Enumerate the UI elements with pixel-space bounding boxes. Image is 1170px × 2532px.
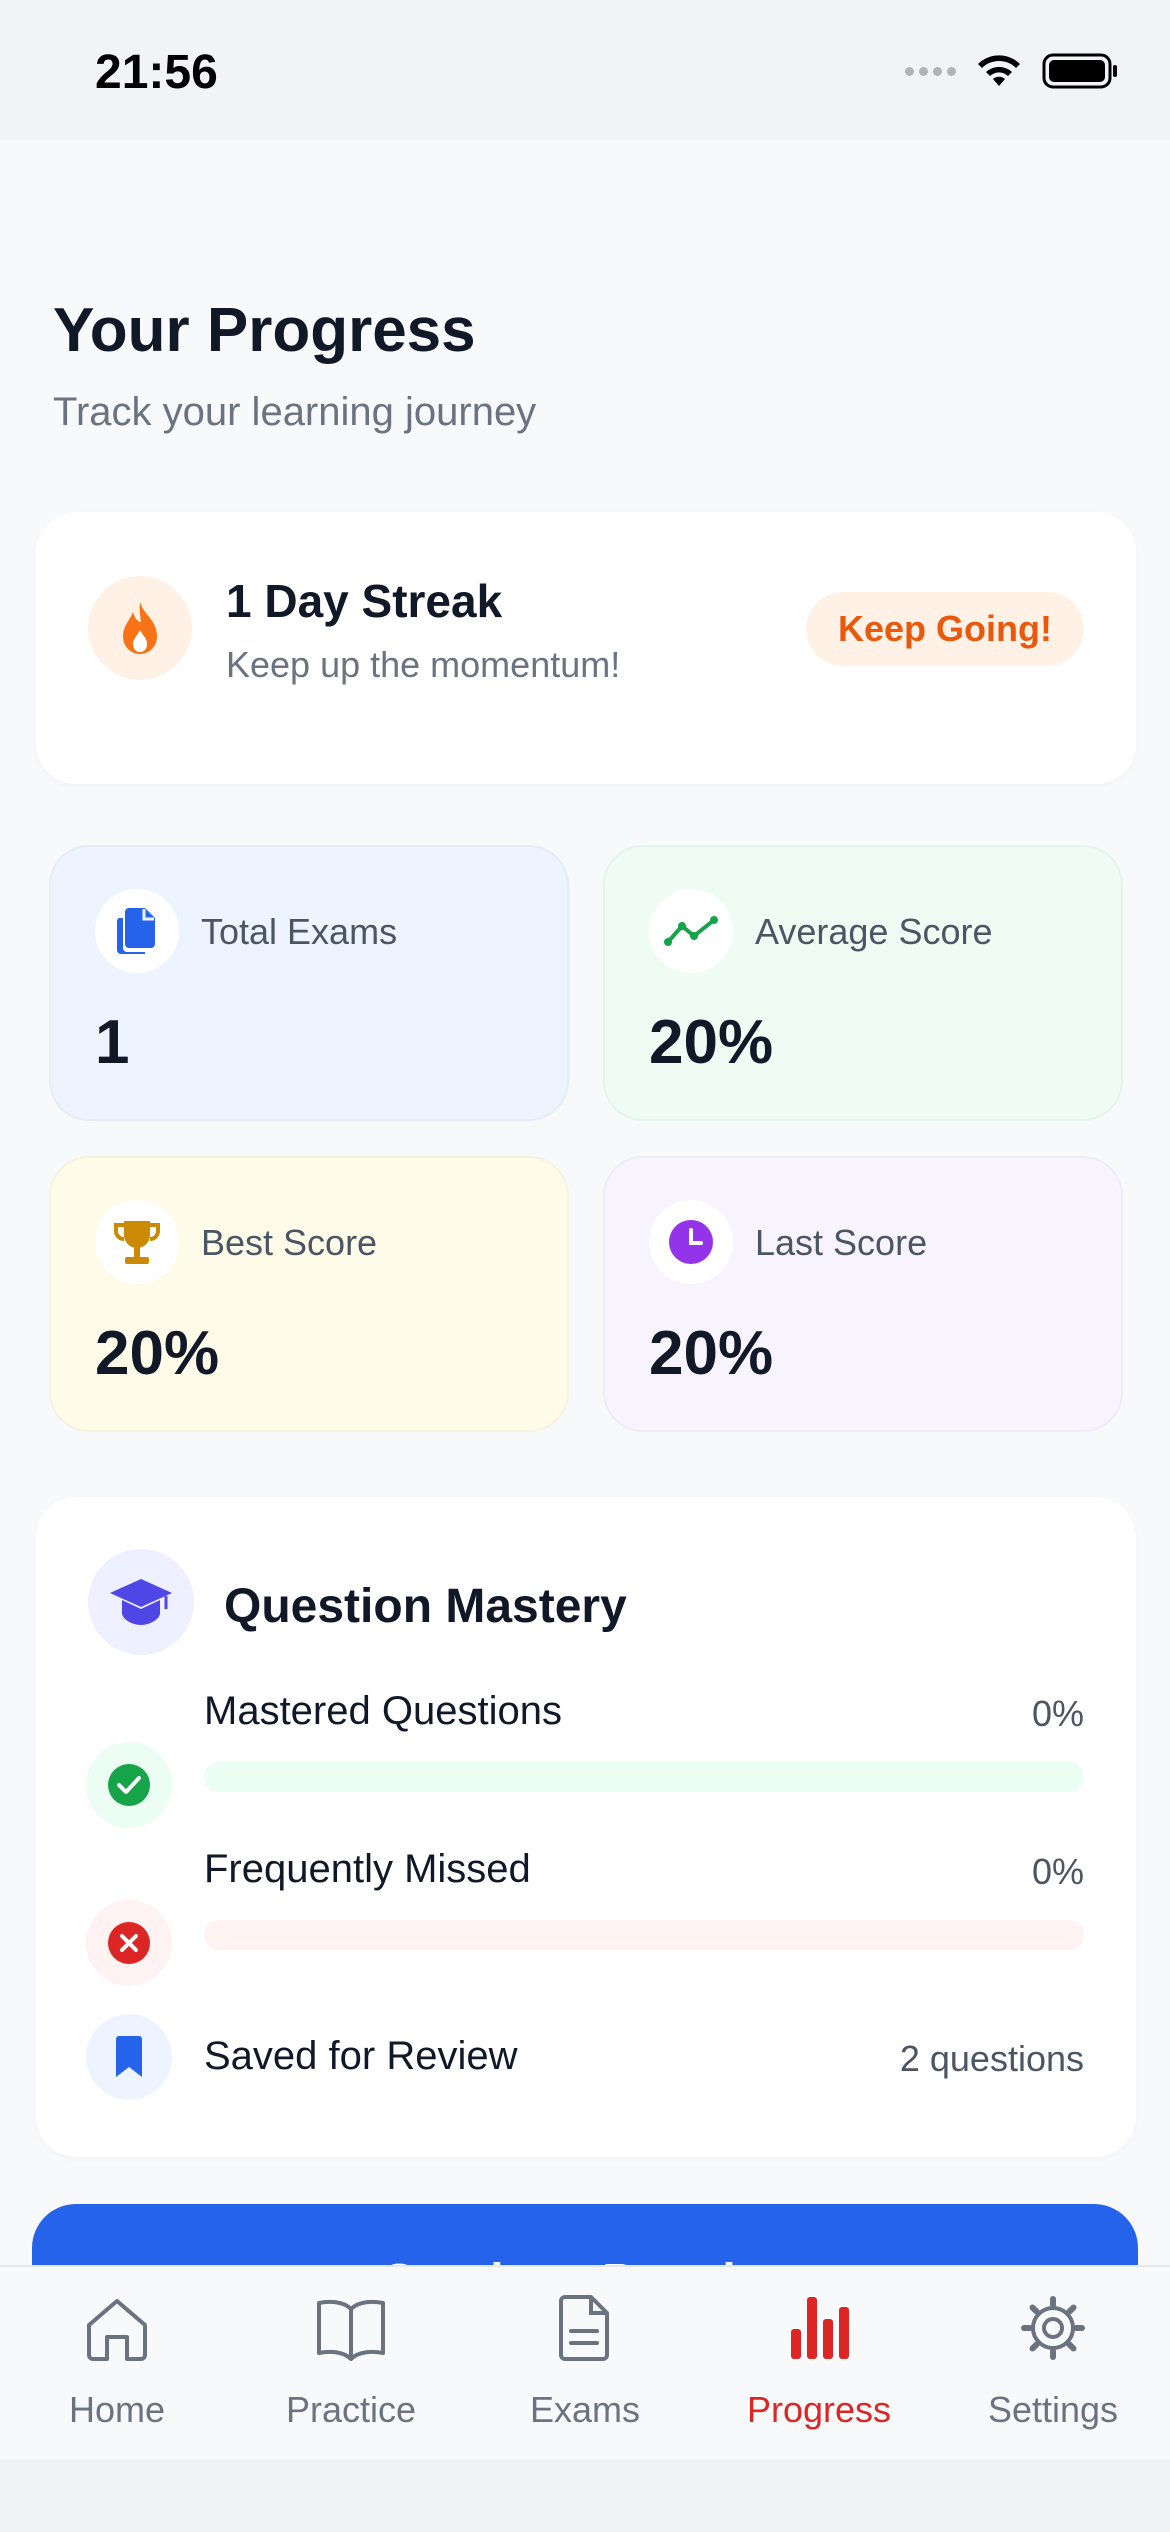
continue-practice-button[interactable]: Continue Practice — [32, 2204, 1138, 2265]
best-score-card: Best Score 20% — [49, 1156, 569, 1432]
document-icon — [559, 2295, 609, 2361]
tab-settings[interactable]: Settings — [936, 2267, 1170, 2461]
stat-label: Best Score — [201, 1222, 378, 1263]
average-score-card: Average Score 20% — [603, 845, 1123, 1121]
trophy-icon — [95, 1200, 179, 1284]
tab-label: Settings — [987, 2389, 1119, 2430]
streak-subtitle: Keep up the momentum! — [226, 644, 621, 685]
stat-value: 1 — [95, 1008, 130, 1077]
stat-label: Last Score — [755, 1222, 928, 1263]
bar-chart-icon — [791, 2297, 849, 2359]
documents-icon — [95, 889, 179, 973]
stat-label: Total Exams — [201, 911, 398, 952]
home-icon — [87, 2299, 147, 2361]
last-score-card: Last Score 20% — [603, 1156, 1123, 1432]
tab-home[interactable]: Home — [0, 2267, 234, 2461]
check-circle-icon — [86, 1742, 172, 1828]
saved-label: Saved for Review — [204, 2034, 518, 2078]
tab-label: Progress — [746, 2389, 892, 2430]
streak-title: 1 Day Streak — [226, 575, 503, 627]
question-mastery-card: Question Mastery Mastered Questions 0% F… — [36, 1497, 1136, 2157]
mastered-progress-track — [204, 1762, 1084, 1792]
streak-card: 1 Day Streak Keep up the momentum! Keep … — [36, 512, 1136, 784]
saved-value: 2 questions — [899, 2038, 1084, 2079]
home-indicator-area — [0, 2459, 1170, 2532]
flame-icon — [88, 576, 192, 680]
tab-label: Home — [68, 2389, 166, 2430]
tab-label: Exams — [529, 2389, 641, 2430]
status-icons — [905, 52, 1120, 90]
gear-icon — [1021, 2296, 1085, 2360]
tab-progress[interactable]: Progress — [702, 2267, 936, 2461]
mastered-value: 0% — [1031, 1693, 1084, 1734]
graduation-cap-icon — [88, 1549, 194, 1655]
battery-icon — [1042, 53, 1117, 89]
wifi-icon — [978, 55, 1020, 86]
saved-for-review-row[interactable]: Saved for Review 2 questions — [36, 2002, 1136, 2122]
tab-bar: Home Practice Exams Progress Settings — [0, 2265, 1170, 2459]
stat-value: 20% — [95, 1319, 220, 1388]
missed-value: 0% — [1031, 1851, 1084, 1892]
page-title: Your Progress — [53, 296, 476, 365]
missed-progress-track — [204, 1920, 1084, 1950]
continue-practice-label: Continue Practice — [32, 2254, 1138, 2265]
bookmark-icon — [86, 2014, 172, 2100]
keep-going-badge: Keep Going! — [806, 592, 1084, 666]
stat-value: 20% — [649, 1319, 774, 1388]
total-exams-card: Total Exams 1 — [49, 845, 569, 1121]
mastered-label: Mastered Questions — [204, 1689, 562, 1733]
stat-label: Average Score — [755, 911, 993, 952]
missed-label: Frequently Missed — [204, 1847, 531, 1891]
book-icon — [317, 2299, 385, 2361]
status-time: 21:56 — [95, 46, 218, 99]
frequently-missed-row: Frequently Missed 0% — [36, 1825, 1136, 1986]
tab-practice[interactable]: Practice — [234, 2267, 468, 2461]
page-subtitle: Track your learning journey — [53, 390, 537, 434]
progress-screen: Your Progress Track your learning journe… — [0, 140, 1170, 2265]
trend-icon — [649, 889, 733, 973]
tab-label: Practice — [285, 2389, 417, 2430]
stat-value: 20% — [649, 1008, 774, 1077]
clock-icon — [649, 1200, 733, 1284]
cellular-signal-icon — [905, 66, 956, 76]
mastery-title: Question Mastery — [224, 1580, 627, 1633]
x-circle-icon — [86, 1900, 172, 1986]
mastered-questions-row: Mastered Questions 0% — [36, 1667, 1136, 1828]
tab-exams[interactable]: Exams — [468, 2267, 702, 2461]
status-bar: 21:56 — [0, 0, 1170, 140]
